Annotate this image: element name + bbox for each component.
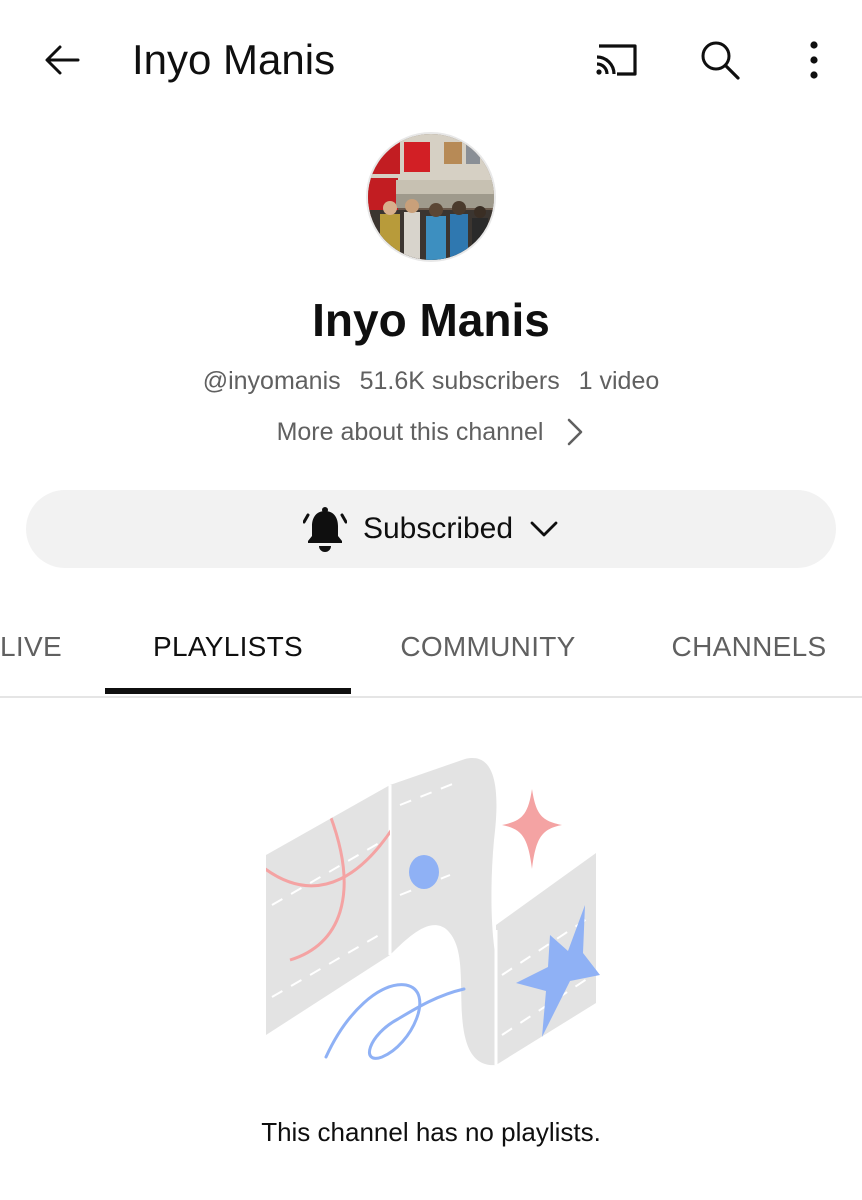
back-arrow-icon bbox=[45, 45, 80, 75]
cast-icon bbox=[596, 44, 637, 76]
subscribed-button[interactable]: Subscribed bbox=[26, 490, 836, 568]
cast-button[interactable] bbox=[586, 32, 644, 88]
channel-tabs: LIVE PLAYLISTS COMMUNITY CHANNELS bbox=[0, 600, 862, 698]
tab-playlists[interactable]: PLAYLISTS bbox=[105, 600, 351, 694]
bell-icon bbox=[302, 507, 347, 552]
search-button[interactable] bbox=[692, 32, 748, 88]
back-button[interactable] bbox=[34, 32, 90, 88]
channel-handle: @inyomanis bbox=[202, 367, 341, 395]
channel-avatar[interactable] bbox=[368, 134, 494, 260]
search-icon bbox=[701, 41, 740, 80]
more-vert-icon bbox=[810, 41, 818, 79]
chevron-right-icon bbox=[568, 418, 583, 446]
video-count: 1 video bbox=[578, 367, 660, 395]
channel-meta: @inyomanis 51.6K subscribers 1 video bbox=[0, 364, 862, 398]
more-options-button[interactable] bbox=[790, 32, 838, 88]
tab-live[interactable]: LIVE bbox=[0, 600, 66, 694]
more-about-channel-link[interactable]: More about this channel bbox=[0, 415, 862, 449]
channel-name: Inyo Manis bbox=[312, 294, 550, 346]
active-tab-indicator bbox=[105, 688, 351, 694]
empty-state-message: This channel has no playlists. bbox=[261, 1117, 601, 1147]
tab-channels[interactable]: CHANNELS bbox=[640, 600, 858, 694]
tab-community[interactable]: COMMUNITY bbox=[370, 600, 606, 694]
top-app-bar: Inyo Manis bbox=[0, 0, 862, 120]
chevron-down-icon bbox=[530, 521, 558, 537]
empty-playlists-illustration bbox=[266, 758, 600, 1066]
page-title: Inyo Manis bbox=[132, 36, 336, 83]
more-about-label: More about this channel bbox=[276, 418, 544, 446]
subscriber-count: 51.6K subscribers bbox=[359, 367, 560, 395]
avatar-image bbox=[368, 134, 494, 260]
subscribed-label: Subscribed bbox=[362, 512, 514, 545]
